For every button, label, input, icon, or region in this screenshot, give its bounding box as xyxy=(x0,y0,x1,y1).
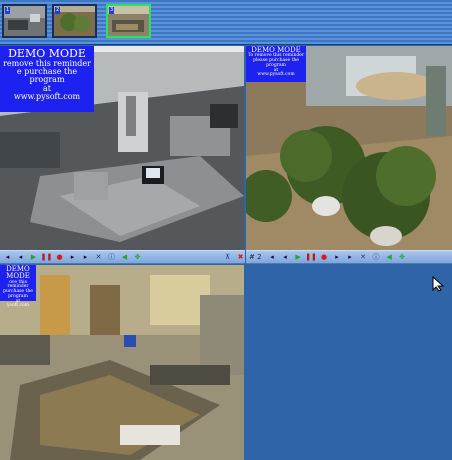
step-forward-icon[interactable]: ▸ xyxy=(333,253,342,262)
step-forward-icon[interactable]: ▸ xyxy=(81,253,90,262)
pause-icon[interactable]: ❚❚ xyxy=(41,253,53,262)
empty-camera-slot[interactable] xyxy=(246,264,452,460)
camera-view-3[interactable]: DEMO MODE ove this reminder purchase the… xyxy=(0,265,244,460)
step-back-icon[interactable]: ◂ xyxy=(16,253,25,262)
pause-icon[interactable]: ❚❚ xyxy=(305,253,317,262)
thumbnail-label: 2 xyxy=(55,7,61,14)
demo-text: www.pysoft.com xyxy=(257,72,295,78)
thumbnail-strip: 1 2 3 xyxy=(0,0,452,45)
demo-mode-banner: DEMO MODE ove this reminder purchase the… xyxy=(0,265,36,308)
thumbnail-label: 3 xyxy=(109,7,115,14)
demo-mode-banner: DEMO MODE remove this reminder e purchas… xyxy=(0,46,94,112)
step-forward-icon[interactable]: ▸ xyxy=(346,253,355,262)
demo-title: DEMO MODE xyxy=(6,265,30,281)
demo-text: e purchase the program xyxy=(16,66,78,85)
tools-icon[interactable]: ✕ xyxy=(359,253,368,262)
camera-view-2[interactable]: DEMO MODE To remove this reminder please… xyxy=(246,46,452,250)
step-forward-icon[interactable]: ▸ xyxy=(68,253,77,262)
camera-2-control-bar: # 2 ◂ ◂ ▶ ❚❚ ● ▸ ▸ ✕ ⓘ ◀ ✥ xyxy=(246,250,452,264)
demo-mode-banner: DEMO MODE To remove this reminder please… xyxy=(246,46,306,82)
pin-icon[interactable]: ⊼ xyxy=(223,253,232,262)
play-icon[interactable]: ▶ xyxy=(29,253,38,262)
record-icon[interactable]: ● xyxy=(55,253,64,262)
play-icon[interactable]: ▶ xyxy=(294,253,303,262)
mouse-cursor-icon xyxy=(432,276,445,292)
workshop-camera-image xyxy=(0,265,244,460)
tools-icon[interactable]: ✕ xyxy=(94,253,103,262)
info-icon[interactable]: ⓘ xyxy=(107,253,116,262)
thumbnail-label: 1 xyxy=(5,7,11,14)
step-back-icon[interactable]: ◂ xyxy=(281,253,290,262)
camera-thumbnail-2[interactable]: 2 xyxy=(52,4,97,38)
demo-title: DEMO MODE xyxy=(8,47,86,60)
snapshot-icon[interactable]: ◀ xyxy=(385,253,394,262)
record-icon[interactable]: ● xyxy=(320,253,329,262)
camera-thumbnail-1[interactable]: 1 xyxy=(2,4,47,38)
camera-thumbnail-3[interactable]: 3 xyxy=(106,4,151,38)
camera-view-1[interactable]: DEMO MODE remove this reminder e purchas… xyxy=(0,46,244,250)
ptz-icon[interactable]: ✥ xyxy=(133,253,142,262)
step-back-icon[interactable]: ◂ xyxy=(268,253,277,262)
ptz-icon[interactable]: ✥ xyxy=(398,253,407,262)
step-back-icon[interactable]: ◂ xyxy=(3,253,12,262)
snapshot-icon[interactable]: ◀ xyxy=(120,253,129,262)
close-icon[interactable]: ✖ xyxy=(236,253,245,262)
demo-text: ysoft.com xyxy=(7,303,29,309)
demo-text: www.pysoft.com xyxy=(13,92,81,102)
info-icon[interactable]: ⓘ xyxy=(372,253,381,262)
camera-1-control-bar: ◂ ◂ ▶ ❚❚ ● ▸ ▸ ✕ ⓘ ◀ ✥ ⊼ ✖ xyxy=(0,250,245,264)
camera-number-label: # 2 xyxy=(249,253,262,261)
